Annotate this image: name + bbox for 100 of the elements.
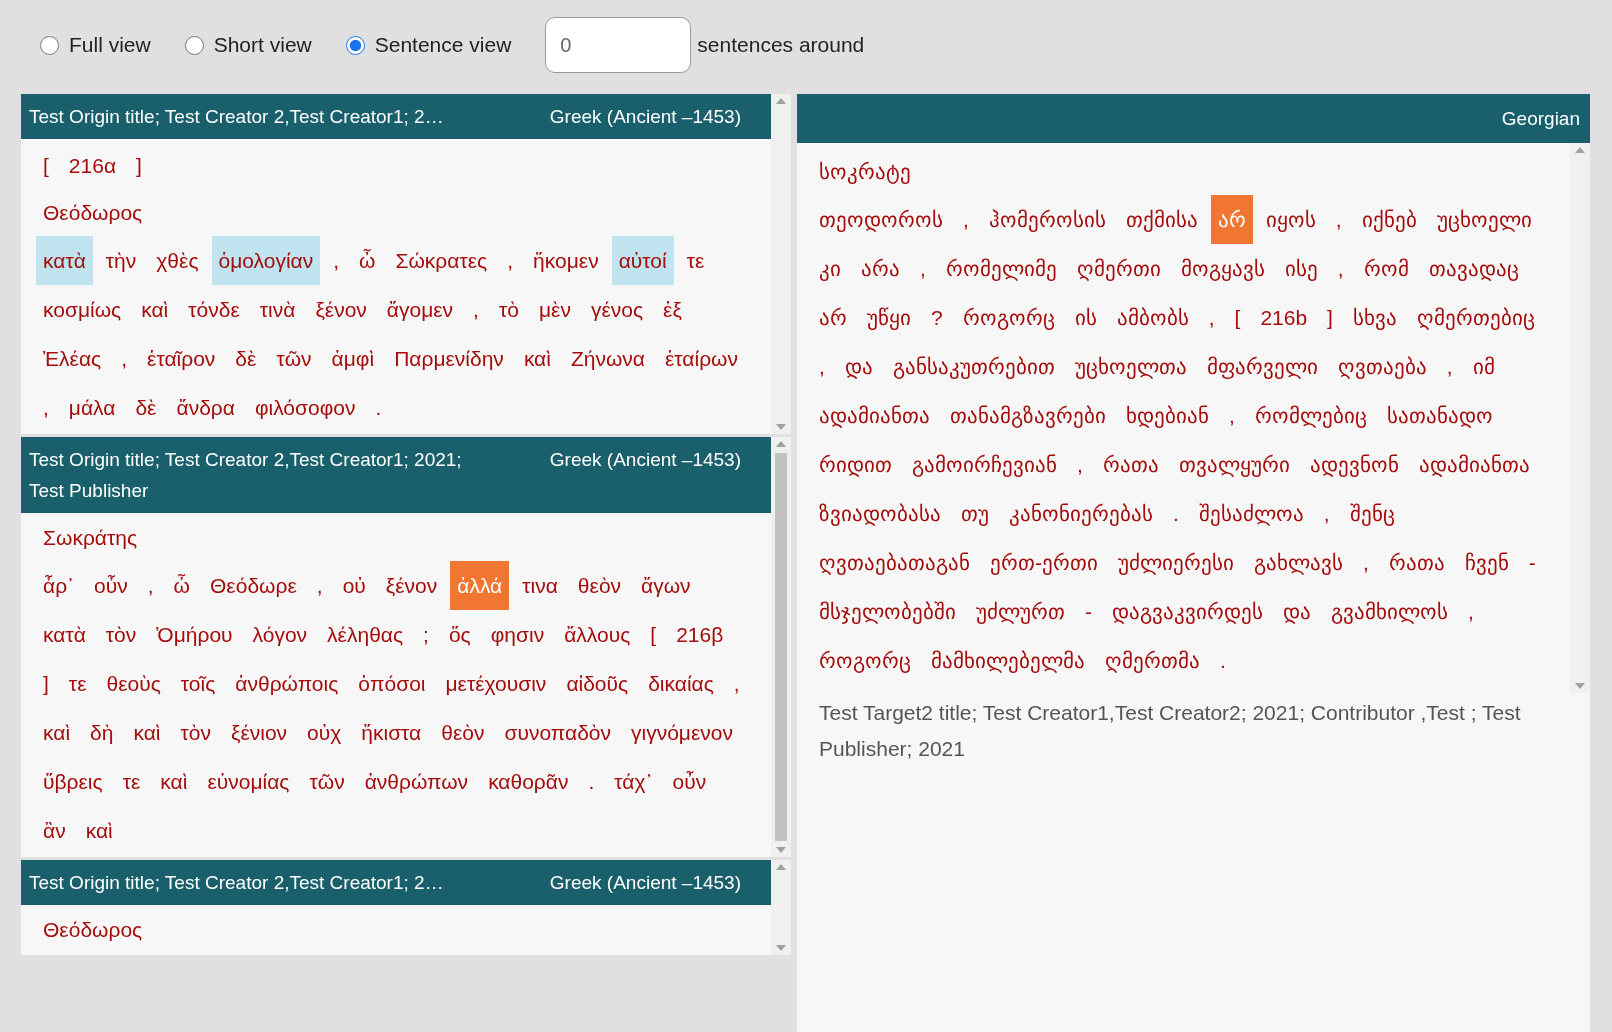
word[interactable]: . bbox=[368, 383, 389, 432]
word[interactable]: , bbox=[1201, 293, 1222, 342]
word[interactable]: ἀνθρώποις bbox=[228, 659, 346, 708]
word[interactable]: οὖν bbox=[665, 757, 714, 806]
word[interactable]: რათა bbox=[1095, 440, 1166, 489]
word[interactable]: φιλόσοφον bbox=[247, 383, 363, 432]
word[interactable]: ἥκιστα bbox=[354, 708, 429, 757]
word[interactable]: , bbox=[1316, 489, 1337, 538]
word[interactable]: სხვა bbox=[1345, 293, 1404, 342]
word[interactable]: τόνδε bbox=[181, 285, 247, 334]
word[interactable]: არ bbox=[812, 293, 854, 342]
scroll-down-icon[interactable] bbox=[1575, 683, 1585, 689]
word[interactable]: , bbox=[1070, 440, 1090, 489]
word[interactable]: κατὰ bbox=[36, 610, 93, 659]
word[interactable]: შენც bbox=[1342, 489, 1402, 538]
word[interactable]: ξένον bbox=[308, 285, 374, 334]
word[interactable]: , bbox=[812, 342, 832, 391]
word[interactable]: არა bbox=[854, 244, 907, 293]
scroll-bar[interactable] bbox=[771, 437, 791, 857]
word[interactable]: გახლავს bbox=[1247, 538, 1350, 587]
word[interactable]: როგორც bbox=[812, 636, 918, 685]
word[interactable]: , bbox=[1330, 244, 1351, 293]
word[interactable]: οὖν bbox=[87, 561, 135, 610]
matched-word[interactable]: ὁμολογίαν bbox=[211, 236, 321, 285]
word[interactable]: τὸν bbox=[98, 610, 144, 659]
word[interactable]: γένος bbox=[583, 285, 651, 334]
word[interactable]: ξένιον bbox=[224, 708, 295, 757]
word[interactable]: ὅς bbox=[441, 610, 478, 659]
word[interactable]: . bbox=[581, 757, 602, 806]
word[interactable]: უწყი bbox=[860, 293, 918, 342]
word[interactable]: φησιν bbox=[483, 610, 552, 659]
radio-button[interactable] bbox=[345, 35, 365, 55]
word[interactable]: , bbox=[1222, 391, 1242, 440]
word[interactable]: ხდებიან bbox=[1119, 391, 1216, 440]
word[interactable]: ღვთაება bbox=[1330, 342, 1434, 391]
word[interactable]: δὲ bbox=[228, 334, 264, 383]
word[interactable]: რათა bbox=[1381, 538, 1452, 587]
word[interactable]: რომლებიც bbox=[1247, 391, 1374, 440]
word[interactable]: , bbox=[326, 236, 347, 285]
word[interactable]: ὕβρεις bbox=[36, 757, 110, 806]
radio-button[interactable] bbox=[184, 35, 204, 55]
radio-button[interactable] bbox=[40, 35, 59, 55]
word[interactable]: . bbox=[1213, 636, 1233, 685]
word[interactable]: μάλα bbox=[61, 383, 123, 432]
scroll-up-icon[interactable] bbox=[776, 98, 786, 104]
word[interactable]: თეოდოროს bbox=[812, 195, 950, 244]
scroll-down-icon[interactable] bbox=[776, 847, 786, 853]
word[interactable]: გამოირჩევიან bbox=[905, 440, 1064, 489]
word[interactable]: 216β bbox=[669, 610, 731, 659]
word[interactable]: αἰδοῦς bbox=[559, 659, 636, 708]
word[interactable]: 216α bbox=[61, 141, 124, 190]
word[interactable]: . bbox=[1166, 489, 1186, 538]
word[interactable]: λόγον bbox=[245, 610, 315, 659]
word[interactable]: იმ bbox=[1465, 342, 1502, 391]
scroll-bar[interactable] bbox=[771, 94, 791, 434]
word[interactable]: συνοπαδὸν bbox=[497, 708, 618, 757]
word[interactable]: τε bbox=[115, 757, 148, 806]
word[interactable]: კი bbox=[812, 244, 848, 293]
word[interactable]: ; bbox=[416, 610, 436, 659]
scroll-down-icon[interactable] bbox=[776, 424, 786, 430]
word[interactable]: μὲν bbox=[531, 285, 578, 334]
word[interactable]: ξένον bbox=[378, 561, 445, 610]
word[interactable]: χθὲς bbox=[149, 236, 206, 285]
word[interactable]: ἂν bbox=[36, 806, 73, 855]
word[interactable]: [ bbox=[36, 141, 56, 190]
context-input-field[interactable]: 0 bbox=[545, 17, 692, 73]
word[interactable]: უძლურთ bbox=[969, 587, 1072, 636]
word[interactable]: როგორც bbox=[955, 293, 1062, 342]
word[interactable]: ერთ-ერთი bbox=[983, 538, 1105, 587]
word[interactable]: ] bbox=[36, 659, 56, 708]
word[interactable]: ადამიანთა bbox=[812, 391, 937, 440]
scroll-thumb[interactable] bbox=[775, 453, 787, 841]
word[interactable]: შესაძლოა bbox=[1191, 489, 1311, 538]
word[interactable]: ἄγομεν bbox=[379, 285, 461, 334]
word[interactable]: Ζήνωνα bbox=[563, 334, 652, 383]
view-option[interactable]: Full view bbox=[40, 33, 151, 57]
word[interactable]: 216b bbox=[1253, 293, 1315, 342]
word[interactable]: , bbox=[309, 561, 330, 610]
word[interactable]: ის bbox=[1067, 293, 1104, 342]
word[interactable]: , bbox=[956, 195, 976, 244]
word[interactable]: და bbox=[1276, 587, 1318, 636]
word[interactable]: ღვთაებათაგან bbox=[812, 538, 977, 587]
word[interactable]: მფარველი bbox=[1199, 342, 1325, 391]
word[interactable]: , bbox=[500, 236, 521, 285]
word[interactable]: δὴ bbox=[83, 708, 121, 757]
word[interactable]: ἆρ᾽ bbox=[36, 561, 82, 610]
word[interactable]: ἄγων bbox=[634, 561, 698, 610]
word[interactable]: λέληθας bbox=[320, 610, 411, 659]
word[interactable]: უძლიერესი bbox=[1111, 538, 1241, 587]
word[interactable]: თანამგზავრები bbox=[943, 391, 1113, 440]
word[interactable]: Ἐλέας bbox=[36, 334, 109, 383]
word[interactable]: ὁπόσοι bbox=[351, 659, 433, 708]
word[interactable]: θεοὺς bbox=[99, 659, 168, 708]
word[interactable]: უცხოელი bbox=[1429, 195, 1539, 244]
word[interactable]: ὦ bbox=[166, 561, 197, 610]
word[interactable]: οὐχ bbox=[300, 708, 349, 757]
word[interactable]: მამხილებელმა bbox=[924, 636, 1092, 685]
word[interactable]: τὸν bbox=[173, 708, 218, 757]
word[interactable]: ჰომეროსის bbox=[981, 195, 1113, 244]
word[interactable]: τινὰ bbox=[252, 285, 303, 334]
